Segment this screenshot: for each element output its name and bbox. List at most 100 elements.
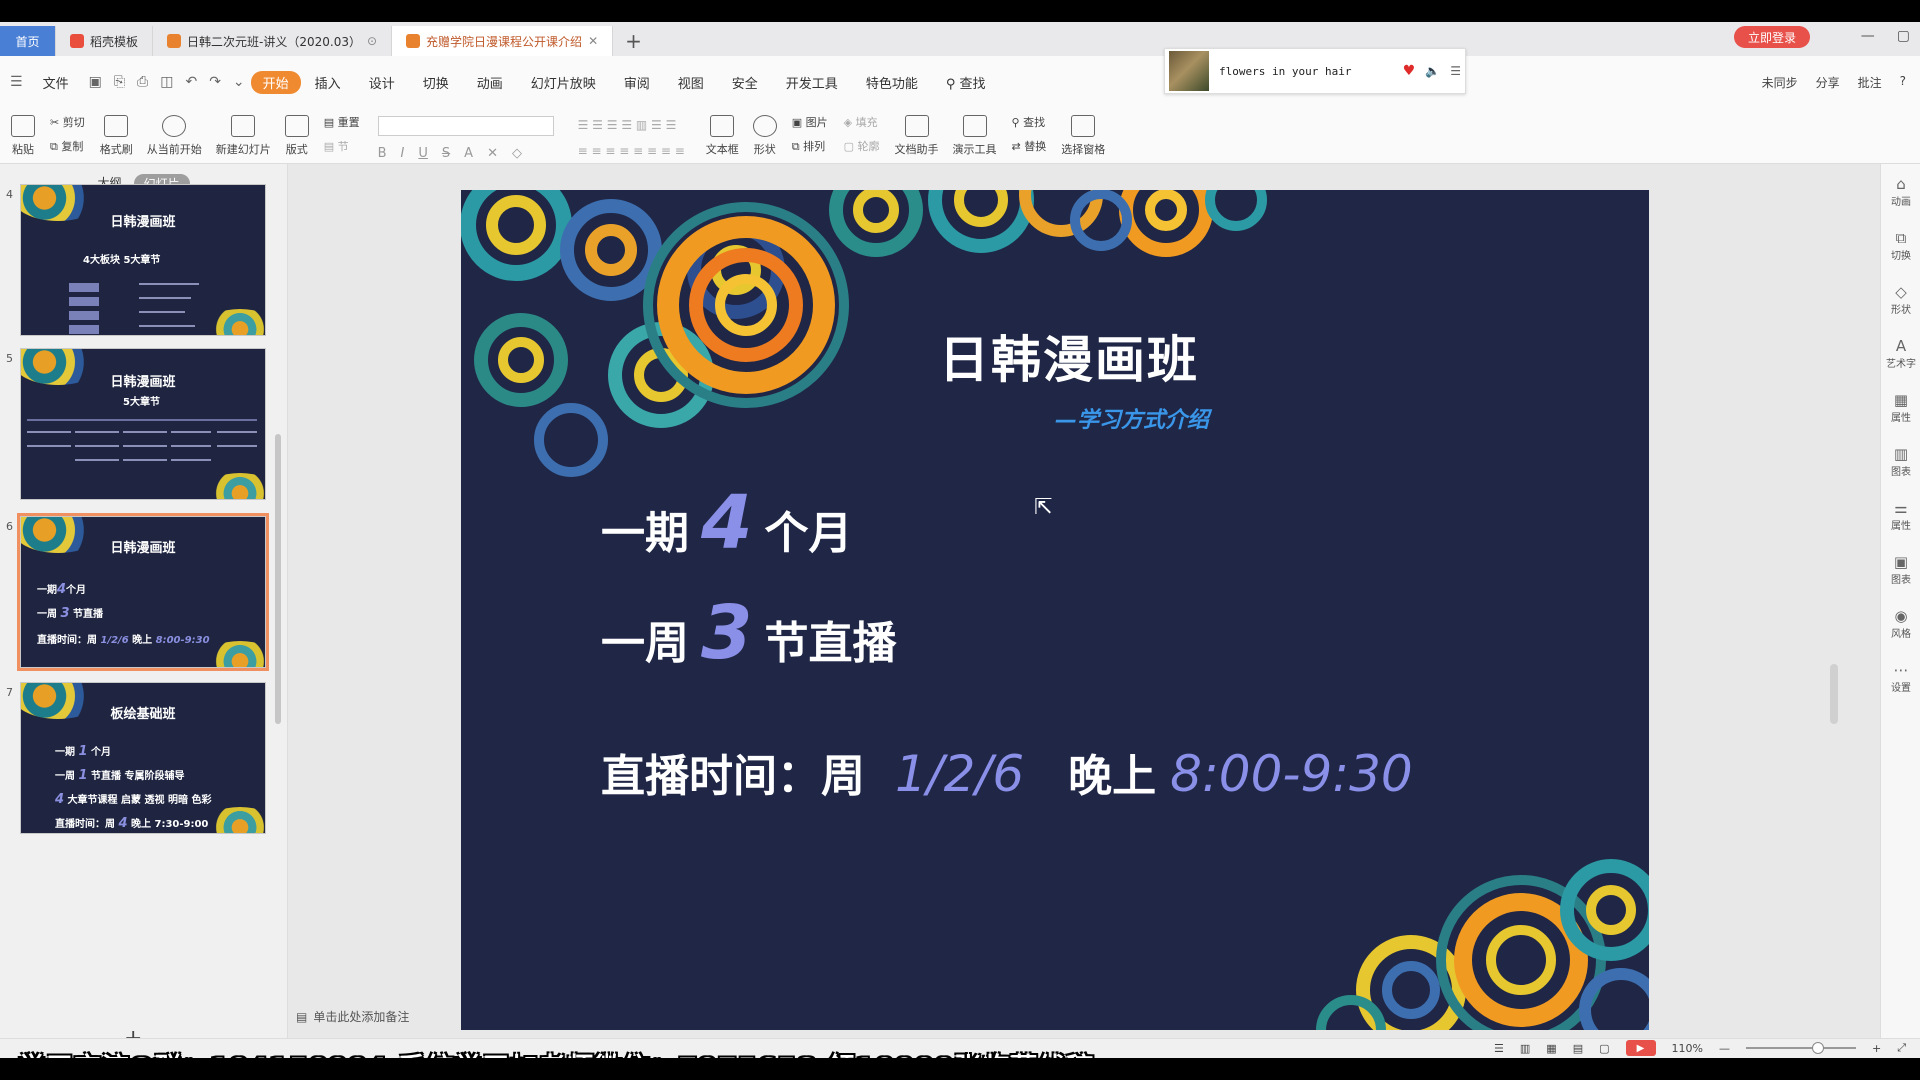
right-task-pane-bar: ⌂ 动画 ⧉ 切换 ◇ 形状 A 艺术字 ▦ 属性 ▥ 图表 ⚌ 属性 ▣ 图表 ◉ 风格 ⋯ 设置 <box>1880 164 1920 1038</box>
line2-number: 3 <box>701 590 753 676</box>
paste-button[interactable]: 粘贴 <box>11 108 35 164</box>
find-button[interactable]: ⚲ 查找 <box>1012 114 1047 130</box>
bold-icon[interactable]: B <box>378 146 387 161</box>
pane-properties-2[interactable]: ⚌ 属性 <box>1881 488 1920 542</box>
login-button[interactable]: 立即登录 <box>1733 26 1810 48</box>
normal-view-icon[interactable]: ▥ <box>1520 1042 1530 1055</box>
current-slide[interactable]: 日韩漫画班 —学习方式介绍 一期 4 个月 一周 3 节直播 直播时间：周 1/… <box>461 190 1649 1030</box>
shape-button[interactable]: 形状 <box>752 108 777 164</box>
copy-button[interactable]: ⧉ 复制 <box>50 138 85 154</box>
fit-icon[interactable]: ⤢ <box>1897 1041 1906 1055</box>
align-icon[interactable]: ≡ ≡ ≡ ≡ ≡ ≡ ≡ ≡ <box>578 144 685 158</box>
more-icon[interactable]: ⌄ <box>227 74 251 90</box>
export-icon[interactable]: ⎘ <box>108 74 131 90</box>
menu-home[interactable]: 开始 <box>250 70 301 94</box>
music-player-widget[interactable]: flowers in your hair ♥ 🔈 ☰ <box>1164 48 1466 94</box>
highlight-icon[interactable]: ◇ <box>512 146 522 161</box>
pane-shape[interactable]: ◇ 形状 <box>1881 272 1920 326</box>
tab-docer[interactable]: 稻壳模板 <box>56 26 154 56</box>
heart-icon[interactable]: ♥ <box>1403 63 1416 79</box>
redo-icon[interactable]: ↷ <box>203 74 227 90</box>
underline-icon[interactable]: U <box>418 146 428 161</box>
section-button[interactable]: ▤ 节 <box>324 138 360 154</box>
playlist-icon[interactable]: ☰ <box>1450 64 1461 78</box>
pane-animation[interactable]: ⌂ 动画 <box>1881 164 1920 218</box>
outline-button[interactable]: ▢ 轮廓 <box>844 138 880 154</box>
layout-button[interactable]: 版式 <box>284 108 309 164</box>
font-family-select[interactable] <box>377 116 554 136</box>
panel-scrollbar[interactable] <box>275 434 281 724</box>
notes-toggle-icon[interactable]: ☰ <box>1494 1042 1504 1055</box>
preview-icon[interactable]: ◫ <box>154 74 179 90</box>
arrange-button[interactable]: ⧉ 排列 <box>792 138 828 154</box>
hamburger-icon[interactable]: ☰ <box>4 74 29 90</box>
menu-search[interactable]: ⚲ 查找 <box>932 73 1000 92</box>
thumb-line: 4大板块 5大章节 <box>83 255 161 266</box>
menu-file[interactable]: 文件 <box>29 73 83 92</box>
list-icon[interactable]: ☰ ☰ ☰ ☰ ▥ ☰ ☰ <box>578 118 685 132</box>
pane-chart-2[interactable]: ▣ 图表 <box>1881 542 1920 596</box>
menu-transition[interactable]: 切换 <box>409 73 463 92</box>
doc-helper-button[interactable]: 文档助手 <box>895 108 939 164</box>
sorter-view-icon[interactable]: ▦ <box>1546 1042 1556 1055</box>
pane-settings[interactable]: ⋯ 设置 <box>1881 650 1920 704</box>
pane-properties[interactable]: ▦ 属性 <box>1881 380 1920 434</box>
new-tab-button[interactable]: + <box>613 26 654 56</box>
pane-transition[interactable]: ⧉ 切换 <box>1881 218 1920 272</box>
menu-security[interactable]: 安全 <box>718 73 772 92</box>
menu-view[interactable]: 视图 <box>664 73 718 92</box>
close-icon[interactable]: ⊙ <box>367 34 377 48</box>
notes-area[interactable]: ▤ 单击此处添加备注 <box>296 1008 409 1025</box>
present-tools-button[interactable]: 演示工具 <box>953 108 997 164</box>
font-color-icon[interactable]: A <box>464 146 473 161</box>
menu-special[interactable]: 特色功能 <box>852 73 932 92</box>
cut-button[interactable]: ✂ 剪切 <box>50 114 85 130</box>
menu-animation[interactable]: 动画 <box>463 73 517 92</box>
slideshow-play-button[interactable]: ▶ <box>1625 1040 1656 1056</box>
save-icon[interactable]: ▣ <box>83 74 108 90</box>
select-pane-button[interactable]: 选择窗格 <box>1061 108 1105 164</box>
share-button[interactable]: 分享 <box>1816 74 1840 91</box>
new-slide-button[interactable]: 新建幻灯片 <box>216 108 271 164</box>
pane-wordart[interactable]: A 艺术字 <box>1881 326 1920 380</box>
menu-slideshow[interactable]: 幻灯片放映 <box>517 73 610 92</box>
tab-handout[interactable]: 日韩二次元班-讲义（2020.03） ⊙ <box>153 26 393 56</box>
tab-current-presentation[interactable]: 充赠学院日漫课程公开课介绍 ✕ <box>392 26 614 56</box>
menu-developer[interactable]: 开发工具 <box>772 73 852 92</box>
zoom-level[interactable]: 110% <box>1672 1042 1703 1055</box>
volume-icon[interactable]: 🔈 <box>1425 64 1440 78</box>
print-icon[interactable]: ⎙ <box>131 74 154 90</box>
zoom-slider[interactable] <box>1745 1042 1856 1054</box>
menu-design[interactable]: 设计 <box>355 73 409 92</box>
cut-label: 剪切 <box>62 116 85 129</box>
help-icon[interactable]: ? <box>1900 74 1906 91</box>
replace-button[interactable]: ⇄ 替换 <box>1012 138 1047 154</box>
sync-status[interactable]: 未同步 <box>1762 74 1798 91</box>
close-icon[interactable]: ✕ <box>588 34 598 48</box>
italic-icon[interactable]: I <box>401 146 405 161</box>
play-from-current-button[interactable]: 从当前开始 <box>147 108 202 164</box>
reset-button[interactable]: ▤ 重置 <box>324 114 360 130</box>
edit-scrollbar[interactable] <box>1830 664 1838 724</box>
reading-view-icon[interactable]: ▤ <box>1573 1042 1583 1055</box>
format-painter-button[interactable]: 格式刷 <box>100 108 133 164</box>
tab-home[interactable]: 首页 <box>0 26 56 56</box>
fill-button[interactable]: ◈ 填充 <box>844 114 880 130</box>
comment-button[interactable]: 批注 <box>1858 74 1882 91</box>
style-icon: ◉ <box>1894 606 1908 625</box>
swirl-decoration <box>205 807 265 833</box>
textbox-button[interactable]: 文本框 <box>706 108 739 164</box>
zoom-out-icon[interactable]: — <box>1719 1042 1730 1055</box>
minimize-icon[interactable]: — <box>1861 28 1875 44</box>
picture-button[interactable]: ▣ 图片 <box>792 114 828 130</box>
clear-format-icon[interactable]: ✕ <box>487 146 498 161</box>
fullscreen-icon[interactable]: ▢ <box>1599 1042 1609 1055</box>
menu-insert[interactable]: 插入 <box>301 73 355 92</box>
strike-icon[interactable]: S <box>442 146 450 161</box>
undo-icon[interactable]: ↶ <box>179 74 203 90</box>
pane-chart[interactable]: ▥ 图表 <box>1881 434 1920 488</box>
menu-review[interactable]: 审阅 <box>610 73 664 92</box>
pane-style[interactable]: ◉ 风格 <box>1881 596 1920 650</box>
zoom-in-icon[interactable]: + <box>1872 1042 1881 1055</box>
maximize-icon[interactable]: ▢ <box>1897 28 1910 44</box>
